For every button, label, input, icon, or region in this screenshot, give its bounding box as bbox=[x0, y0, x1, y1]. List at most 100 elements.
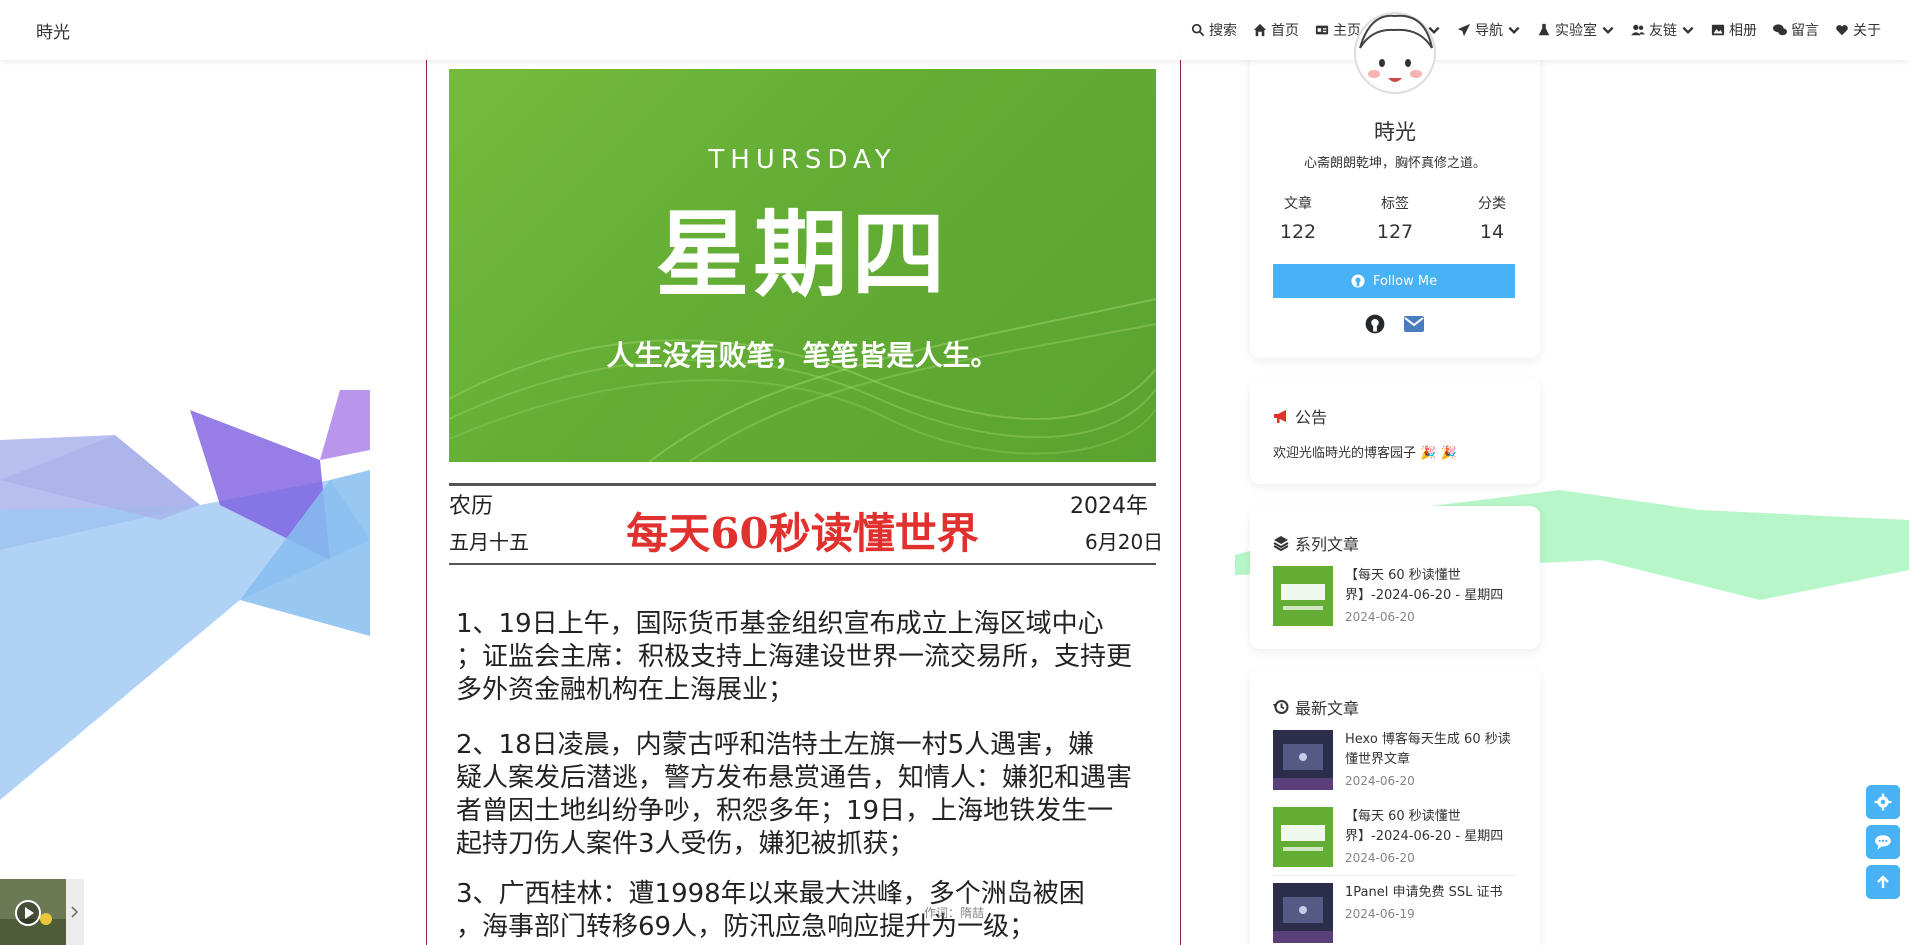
profile-name: 時光 bbox=[1374, 120, 1416, 144]
news-line: ；证监会主席：积极支持上海建设世界一流交易所，支持更 bbox=[456, 642, 1133, 672]
post-title: Hexo 博客每天生成 60 秒读懂世界文章 bbox=[1345, 732, 1511, 767]
post-thumbnail bbox=[1273, 807, 1333, 867]
notice-text: 欢迎光临時光的博客园子 🎉 🎉 bbox=[1273, 446, 1457, 461]
nav-guide[interactable]: 导航 bbox=[1457, 20, 1521, 40]
series-title: 系列文章 bbox=[1273, 531, 1359, 555]
stat-tags[interactable]: 标签 127 bbox=[1355, 193, 1435, 243]
profile-bio: 心斋朗朗乾坤，胸怀真修之道。 bbox=[1303, 156, 1486, 171]
stat-label: 分类 bbox=[1478, 196, 1506, 212]
flask-icon bbox=[1538, 23, 1550, 36]
github-icon[interactable] bbox=[1365, 314, 1385, 334]
music-player bbox=[0, 879, 84, 945]
envelope-icon[interactable] bbox=[1404, 316, 1424, 332]
notice-title: 公告 bbox=[1273, 404, 1327, 428]
nav-search[interactable]: 搜索 bbox=[1191, 20, 1237, 40]
heart-icon bbox=[1836, 25, 1848, 36]
settings-button[interactable] bbox=[1866, 785, 1900, 819]
nav-label: 实验室 bbox=[1555, 23, 1597, 39]
recent-title: 最新文章 bbox=[1273, 695, 1359, 719]
comments-icon bbox=[1773, 24, 1787, 36]
chevron-down-icon bbox=[1508, 26, 1520, 34]
id-card-icon bbox=[1315, 25, 1329, 35]
stat-label: 标签 bbox=[1381, 196, 1409, 212]
news-line: ，海事部门转移69人，防汛应急响应提升为一级； bbox=[456, 912, 1036, 942]
nav-label: 关于 bbox=[1853, 23, 1881, 39]
users-icon bbox=[1631, 24, 1645, 36]
news-line: 2、18日凌晨，内蒙古呼和浩特土左旗一村5人遇害，嫌 bbox=[456, 730, 1095, 760]
notice-title-text: 公告 bbox=[1295, 408, 1328, 427]
avatar[interactable] bbox=[1350, 8, 1440, 108]
post-thumbnail bbox=[1273, 730, 1333, 790]
nav-label: 相册 bbox=[1729, 23, 1757, 39]
post-title: 【每天 60 秒读懂世界】-2024-06-20 - 星期四 bbox=[1345, 809, 1504, 844]
recent-post-item[interactable]: 1Panel 申请免费 SSL 证书 2024-06-19 bbox=[1273, 883, 1515, 943]
history-icon bbox=[1273, 700, 1289, 714]
news-item: 2、18日凌晨，内蒙古呼和浩特土左旗一村5人遇害，嫌 疑人案发后潜逃，警方发布悬… bbox=[456, 729, 1176, 861]
news-line: 多外资金融机构在上海展业； bbox=[456, 675, 795, 705]
stat-articles[interactable]: 文章 122 bbox=[1258, 193, 1338, 243]
recent-post-item[interactable]: Hexo 博客每天生成 60 秒读懂世界文章 2024-06-20 bbox=[1273, 730, 1515, 790]
recent-title-text: 最新文章 bbox=[1295, 699, 1360, 718]
stat-value: 14 bbox=[1479, 221, 1505, 243]
series-title-text: 系列文章 bbox=[1295, 535, 1360, 554]
layers-icon bbox=[1273, 536, 1289, 551]
post-title: 【每天 60 秒读懂世界】-2024-06-20 - 星期四 bbox=[1345, 568, 1504, 603]
nav-label: 留言 bbox=[1791, 23, 1819, 39]
banner-motto: 人生没有败笔，笔笔皆是人生。 bbox=[606, 339, 999, 372]
news-item: 3、广西桂林：遭1998年以来最大洪峰，多个洲岛被困 ，海事部门转移69人，防汛… bbox=[456, 878, 1176, 944]
bullhorn-icon bbox=[1274, 410, 1286, 423]
chevron-down-icon bbox=[1682, 26, 1694, 34]
divider bbox=[1273, 875, 1517, 876]
post-date: 2024-06-20 bbox=[1345, 851, 1415, 865]
weekday-chinese: 星期四 bbox=[655, 200, 950, 310]
gear-icon bbox=[1874, 793, 1892, 811]
chevron-right-icon[interactable] bbox=[70, 905, 80, 919]
stat-categories[interactable]: 分类 14 bbox=[1452, 193, 1532, 243]
play-icon[interactable] bbox=[14, 899, 42, 927]
notice-card bbox=[1250, 378, 1540, 484]
home-icon bbox=[1253, 23, 1267, 37]
weekday-banner: THURSDAY 星期四 人生没有败笔，笔笔皆是人生。 bbox=[449, 69, 1156, 462]
back-to-top-button[interactable] bbox=[1866, 865, 1900, 899]
news-title: 每天60秒读懂世界 bbox=[626, 509, 979, 558]
chevron-down-icon bbox=[1602, 26, 1614, 34]
lyric-overlay: 作词：隋喆 bbox=[924, 906, 985, 920]
news-line: 疑人案发后潜逃，警方发布悬赏通告，知情人：嫌犯和遇害 bbox=[456, 763, 1133, 793]
comment-icon bbox=[1875, 835, 1891, 850]
comment-button[interactable] bbox=[1866, 825, 1900, 859]
paper-plane-icon bbox=[1457, 23, 1471, 37]
nav-label: 搜索 bbox=[1209, 23, 1237, 39]
nav-label: 导航 bbox=[1475, 23, 1503, 39]
nav-about[interactable]: 关于 bbox=[1835, 20, 1881, 40]
nav-friends[interactable]: 友链 bbox=[1631, 20, 1695, 40]
post-thumbnail bbox=[1273, 883, 1333, 943]
nav-album[interactable]: 相册 bbox=[1711, 20, 1757, 40]
header-rule-bottom bbox=[449, 563, 1156, 565]
nav-label: 友链 bbox=[1649, 23, 1677, 39]
nav-menu: 搜索 首页 主页 文章 导航 实验室 友链 bbox=[1191, 20, 1881, 40]
post-date: 2024-06-20 bbox=[1345, 610, 1415, 624]
site-title[interactable]: 時光 bbox=[36, 18, 70, 43]
nav-home[interactable]: 首页 bbox=[1253, 20, 1299, 40]
weekday-english: THURSDAY bbox=[708, 145, 897, 175]
news-item: 1、19日上午，国际货币基金组织宣布成立上海区域中心 ；证监会主席：积极支持上海… bbox=[456, 608, 1176, 707]
post-date: 2024-06-20 bbox=[1345, 774, 1415, 788]
date-label: 6月20日 bbox=[1085, 530, 1164, 554]
arrow-up-icon bbox=[1877, 875, 1889, 888]
stat-value: 122 bbox=[1279, 221, 1317, 243]
follow-me-button[interactable]: Follow Me bbox=[1273, 264, 1515, 298]
nav-guestbook[interactable]: 留言 bbox=[1773, 20, 1819, 40]
series-post-item[interactable]: 【每天 60 秒读懂世界】-2024-06-20 - 星期四 2024-06-2… bbox=[1273, 566, 1515, 626]
top-navbar: 時光 搜索 首页 主页 文章 导航 实验室 bbox=[0, 0, 1909, 60]
stat-label: 文章 bbox=[1284, 196, 1312, 212]
nav-lab[interactable]: 实验室 bbox=[1537, 20, 1615, 40]
follow-label: Follow Me bbox=[1372, 273, 1438, 289]
news-line: 者曾因土地纠纷争吵，积怨多年；19日，上海地铁发生一 bbox=[456, 796, 1114, 826]
search-icon bbox=[1191, 23, 1205, 37]
image-icon bbox=[1711, 24, 1725, 36]
news-line: 起持刀伤人案件3人受伤，嫌犯被抓获； bbox=[456, 829, 915, 859]
recent-post-item[interactable]: 【每天 60 秒读懂世界】-2024-06-20 - 星期四 2024-06-2… bbox=[1273, 807, 1515, 867]
header-rule-top bbox=[449, 483, 1156, 486]
news-line: 3、广西桂林：遭1998年以来最大洪峰，多个洲岛被困 bbox=[456, 879, 1085, 909]
post-title: 1Panel 申请免费 SSL 证书 bbox=[1345, 885, 1503, 900]
